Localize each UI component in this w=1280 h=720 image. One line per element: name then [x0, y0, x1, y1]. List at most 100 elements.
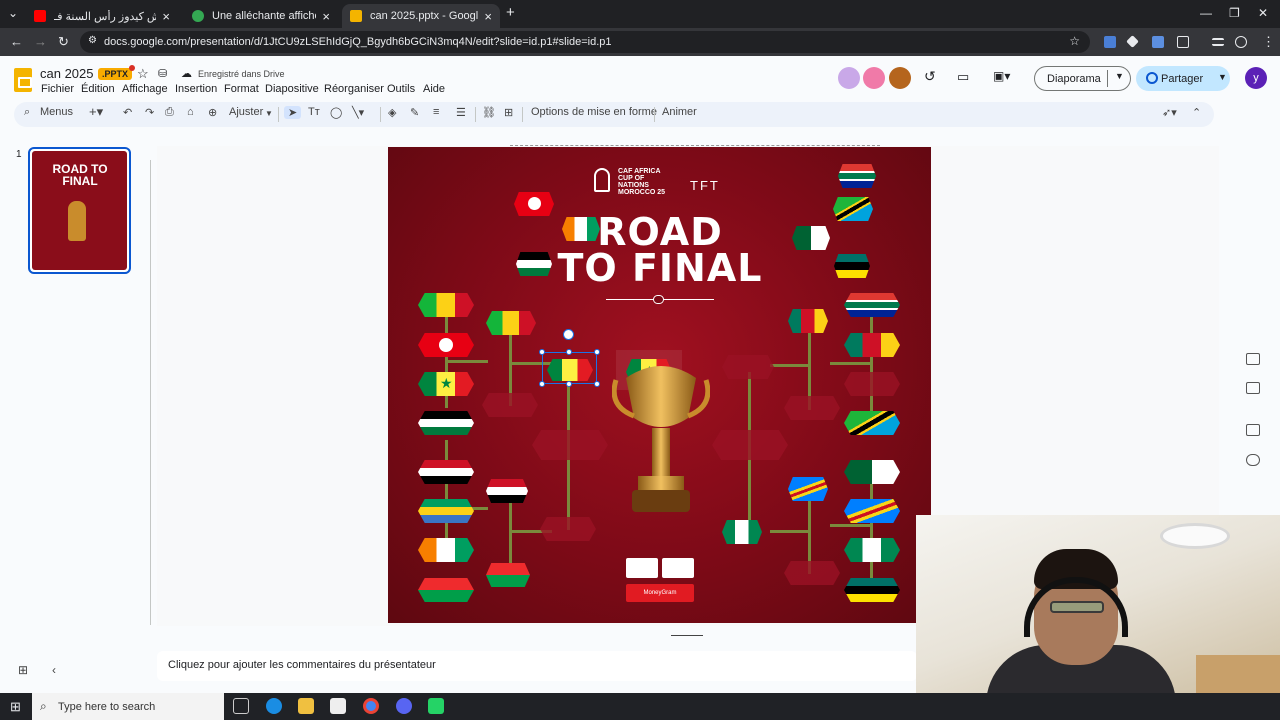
slide-thumbnail[interactable]: ROAD TO FINAL [28, 147, 131, 274]
line-icon[interactable]: ╲▾ [352, 106, 364, 119]
tab-list-icon[interactable]: ⌄ [8, 6, 18, 20]
rotate-handle-icon[interactable] [563, 329, 574, 340]
flag-ivory-coast[interactable] [562, 217, 600, 241]
menus-search[interactable]: Menus [40, 106, 73, 118]
url-input[interactable]: ⚙ docs.google.com/presentation/d/1JtCU9z… [80, 31, 1090, 53]
tasks-icon[interactable] [1246, 424, 1260, 436]
windows-start-icon[interactable]: ⊞ [10, 699, 21, 715]
flag-egypt[interactable] [418, 460, 474, 484]
redo-icon[interactable]: ↷ [145, 106, 154, 119]
selection-box[interactable] [542, 352, 597, 384]
new-slide-icon[interactable]: +▾ [89, 104, 103, 120]
flag-cameroon[interactable] [788, 309, 828, 333]
flag-tanzania[interactable] [833, 197, 873, 221]
restore-button[interactable]: ❐ [1229, 6, 1240, 20]
menu-help[interactable]: Aide [423, 83, 445, 95]
close-window-button[interactable]: ✕ [1258, 6, 1268, 20]
paint-format-icon[interactable]: ⌂ [187, 106, 194, 118]
flag-egypt[interactable] [486, 479, 528, 503]
flag-senegal[interactable]: ★ [418, 372, 474, 396]
collapse-panel-icon[interactable]: ‹ [52, 663, 56, 677]
menu-format[interactable]: Format [224, 83, 259, 95]
meet-video-icon[interactable]: ▣▾ [993, 69, 1010, 83]
flag-sudan[interactable] [418, 411, 474, 435]
animate-button[interactable]: Animer [662, 106, 697, 118]
browser-menu-icon[interactable]: ⋮ [1262, 34, 1275, 50]
pen-mode-icon[interactable]: ➶▾ [1162, 106, 1177, 119]
flag-south-africa[interactable] [844, 293, 900, 317]
reload-icon[interactable]: ↻ [58, 34, 69, 50]
collaborator-avatar[interactable] [838, 67, 860, 89]
flag-burkina-faso[interactable] [418, 578, 474, 602]
flag-algeria[interactable] [844, 460, 900, 484]
resize-handle[interactable] [566, 349, 572, 355]
site-info-icon[interactable]: ⚙ [88, 35, 97, 46]
edge-icon[interactable] [266, 698, 282, 714]
close-icon[interactable]: × [484, 9, 492, 24]
share-button[interactable]: Partager ▼ [1136, 66, 1230, 91]
keep-icon[interactable] [1246, 353, 1260, 365]
new-tab-button[interactable]: + [506, 4, 515, 21]
close-icon[interactable]: × [162, 9, 170, 24]
fill-color-icon[interactable]: ◈ [388, 106, 396, 119]
zoom-select[interactable]: Ajuster [229, 106, 263, 118]
profile-icon[interactable] [1235, 36, 1247, 48]
resize-handle[interactable] [566, 381, 572, 387]
back-icon[interactable]: ← [10, 34, 23, 49]
extensions-puzzle-icon[interactable] [1177, 36, 1189, 48]
print-icon[interactable]: ⎙ [165, 106, 174, 119]
notes-resize-handle[interactable] [671, 635, 703, 636]
minimize-button[interactable]: — [1200, 6, 1212, 20]
search-icon[interactable]: ⌕ [24, 106, 30, 119]
flag-tunisia[interactable] [514, 192, 554, 216]
border-weight-icon[interactable]: ≡ [433, 106, 439, 118]
forward-icon[interactable]: → [34, 34, 47, 49]
speaker-notes[interactable]: Cliquez pour ajouter les commentaires du… [157, 651, 917, 681]
move-folder-icon[interactable]: ⛁ [158, 67, 167, 80]
comments-icon[interactable]: ▭ [957, 69, 969, 85]
star-icon[interactable]: ☆ [137, 66, 149, 82]
flag-nigeria[interactable] [722, 520, 762, 544]
translate-extension-icon[interactable] [1104, 36, 1116, 48]
select-cursor-icon[interactable]: ➤ [284, 106, 302, 119]
flag-algeria[interactable] [792, 226, 830, 250]
extension-icon[interactable] [1126, 35, 1139, 48]
menu-insert[interactable]: Insertion [175, 83, 217, 95]
flag-dr-congo[interactable] [788, 477, 828, 501]
comment-add-icon[interactable]: ⊞ [504, 106, 513, 119]
flag-gabon[interactable] [418, 499, 474, 523]
flag-mozambique[interactable] [844, 578, 900, 602]
flag-cameroon[interactable] [844, 333, 900, 357]
flag-mali[interactable] [418, 293, 474, 317]
chevron-down-icon[interactable]: ▼ [265, 109, 273, 118]
discord-icon[interactable] [396, 698, 412, 714]
maps-icon[interactable] [1246, 454, 1260, 466]
collaborator-avatar[interactable] [889, 67, 911, 89]
collaborator-avatar[interactable] [863, 67, 885, 89]
menu-edit[interactable]: Édition [81, 83, 115, 95]
document-title[interactable]: can 2025 [40, 66, 94, 81]
flag-nigeria[interactable] [844, 538, 900, 562]
tab-slides[interactable]: can 2025.pptx - Google Slides × [342, 4, 500, 28]
resize-handle[interactable] [594, 381, 600, 387]
border-color-icon[interactable]: ✎ [410, 106, 419, 119]
flag-tanzania[interactable] [844, 411, 900, 435]
bookmark-star-icon[interactable]: ☆ [1069, 34, 1080, 48]
flag-south-africa[interactable] [838, 164, 876, 188]
shape-icon[interactable]: ◯ [330, 106, 342, 119]
text-box-icon[interactable]: Tт [308, 106, 320, 118]
reading-list-icon[interactable] [1212, 38, 1224, 46]
collapse-toolbar-icon[interactable]: ⌃ [1192, 106, 1201, 119]
link-icon[interactable]: ⛓ [482, 106, 496, 119]
flag-dr-congo[interactable] [844, 499, 900, 523]
folder-icon[interactable] [1246, 382, 1260, 394]
flag-mozambique[interactable] [834, 254, 870, 278]
user-avatar[interactable]: y [1245, 67, 1267, 89]
file-explorer-icon[interactable] [298, 698, 314, 714]
flag-mali[interactable] [486, 311, 536, 335]
menu-slide[interactable]: Diapositive [265, 83, 319, 95]
slideshow-button[interactable]: Diaporama ▼ [1034, 66, 1131, 91]
resize-handle[interactable] [539, 381, 545, 387]
resize-handle[interactable] [594, 349, 600, 355]
slides-logo-icon[interactable] [14, 68, 32, 92]
